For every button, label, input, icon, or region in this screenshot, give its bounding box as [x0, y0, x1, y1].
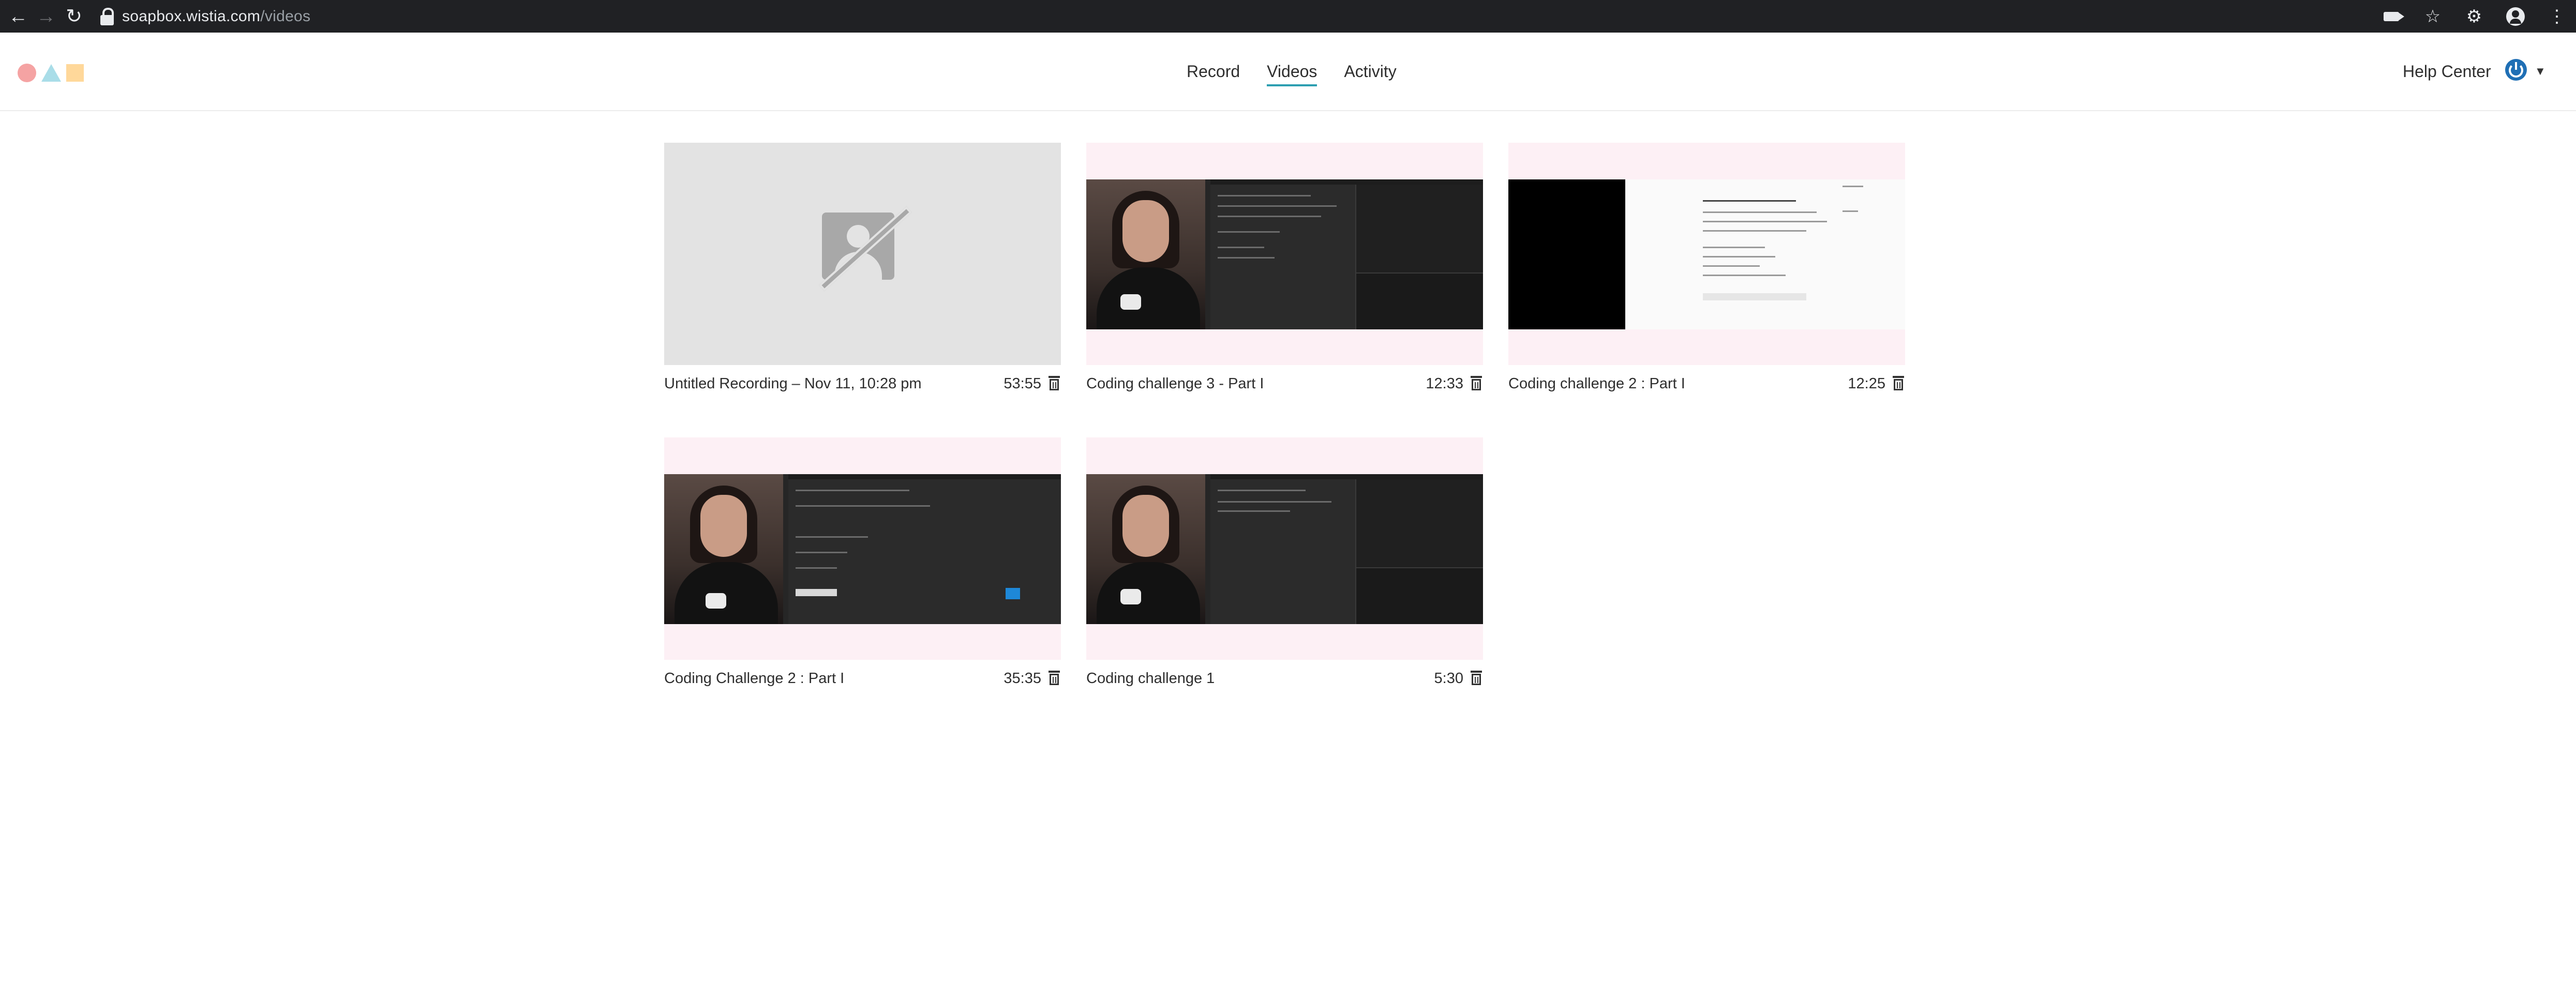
- video-thumbnail[interactable]: [1086, 437, 1483, 660]
- video-title[interactable]: Coding challenge 1: [1086, 670, 1215, 687]
- video-duration: 35:35: [1004, 670, 1041, 687]
- video-duration: 12:25: [1848, 375, 1885, 392]
- nav-record[interactable]: Record: [1187, 62, 1240, 86]
- trash-icon[interactable]: [1049, 375, 1060, 390]
- browser-toolbar: ← → ↻ soapbox.wistia.com/videos ☆ ⚙ ⋮: [0, 0, 2576, 33]
- video-card[interactable]: Untitled Recording – Nov 11, 10:28 pm 53…: [664, 143, 1061, 392]
- camera-icon[interactable]: [2380, 6, 2404, 27]
- kebab-icon[interactable]: ⋮: [2546, 6, 2568, 27]
- soapbox-logo[interactable]: [18, 64, 84, 82]
- reload-icon[interactable]: ↻: [60, 3, 88, 31]
- help-center-link[interactable]: Help Center: [2403, 62, 2491, 81]
- trash-icon[interactable]: [1893, 375, 1904, 390]
- trash-icon[interactable]: [1471, 670, 1482, 685]
- video-title[interactable]: Untitled Recording – Nov 11, 10:28 pm: [664, 375, 922, 392]
- account-icon[interactable]: [2505, 6, 2526, 27]
- video-duration: 53:55: [1004, 375, 1041, 392]
- forward-arrow-icon[interactable]: →: [32, 3, 60, 31]
- video-card[interactable]: Coding challenge 3 - Part I 12:33: [1086, 143, 1483, 392]
- trash-icon[interactable]: [1471, 375, 1482, 390]
- video-card[interactable]: Coding Challenge 2 : Part I 35:35: [664, 437, 1061, 687]
- video-thumbnail[interactable]: [664, 143, 1061, 365]
- main-nav: Record Videos Activity: [1187, 62, 1397, 86]
- video-title[interactable]: Coding Challenge 2 : Part I: [664, 670, 844, 687]
- power-icon[interactable]: [2505, 59, 2527, 81]
- video-title[interactable]: Coding challenge 3 - Part I: [1086, 375, 1264, 392]
- video-thumbnail[interactable]: [1086, 143, 1483, 365]
- video-thumbnail[interactable]: [1508, 143, 1905, 365]
- video-duration: 5:30: [1434, 670, 1463, 687]
- no-thumbnail-icon: [818, 206, 912, 292]
- nav-videos[interactable]: Videos: [1267, 62, 1317, 86]
- video-thumbnail[interactable]: [664, 437, 1061, 660]
- video-title[interactable]: Coding challenge 2 : Part I: [1508, 375, 1685, 392]
- lock-icon: [99, 7, 115, 26]
- video-card[interactable]: Coding challenge 1 5:30: [1086, 437, 1483, 687]
- nav-activity[interactable]: Activity: [1344, 62, 1396, 86]
- app-header: Record Videos Activity Help Center ▼: [0, 33, 2576, 111]
- video-duration: 12:33: [1426, 375, 1463, 392]
- chevron-down-icon[interactable]: ▼: [2535, 65, 2546, 78]
- back-arrow-icon[interactable]: ←: [4, 3, 32, 31]
- trash-icon[interactable]: [1049, 670, 1060, 685]
- video-card[interactable]: Coding challenge 2 : Part I 12:25: [1508, 143, 1905, 392]
- url-text[interactable]: soapbox.wistia.com/videos: [122, 8, 310, 25]
- puzzle-icon[interactable]: ⚙: [2463, 6, 2485, 27]
- star-icon[interactable]: ☆: [2422, 6, 2444, 27]
- address-bar[interactable]: soapbox.wistia.com/videos: [99, 4, 310, 29]
